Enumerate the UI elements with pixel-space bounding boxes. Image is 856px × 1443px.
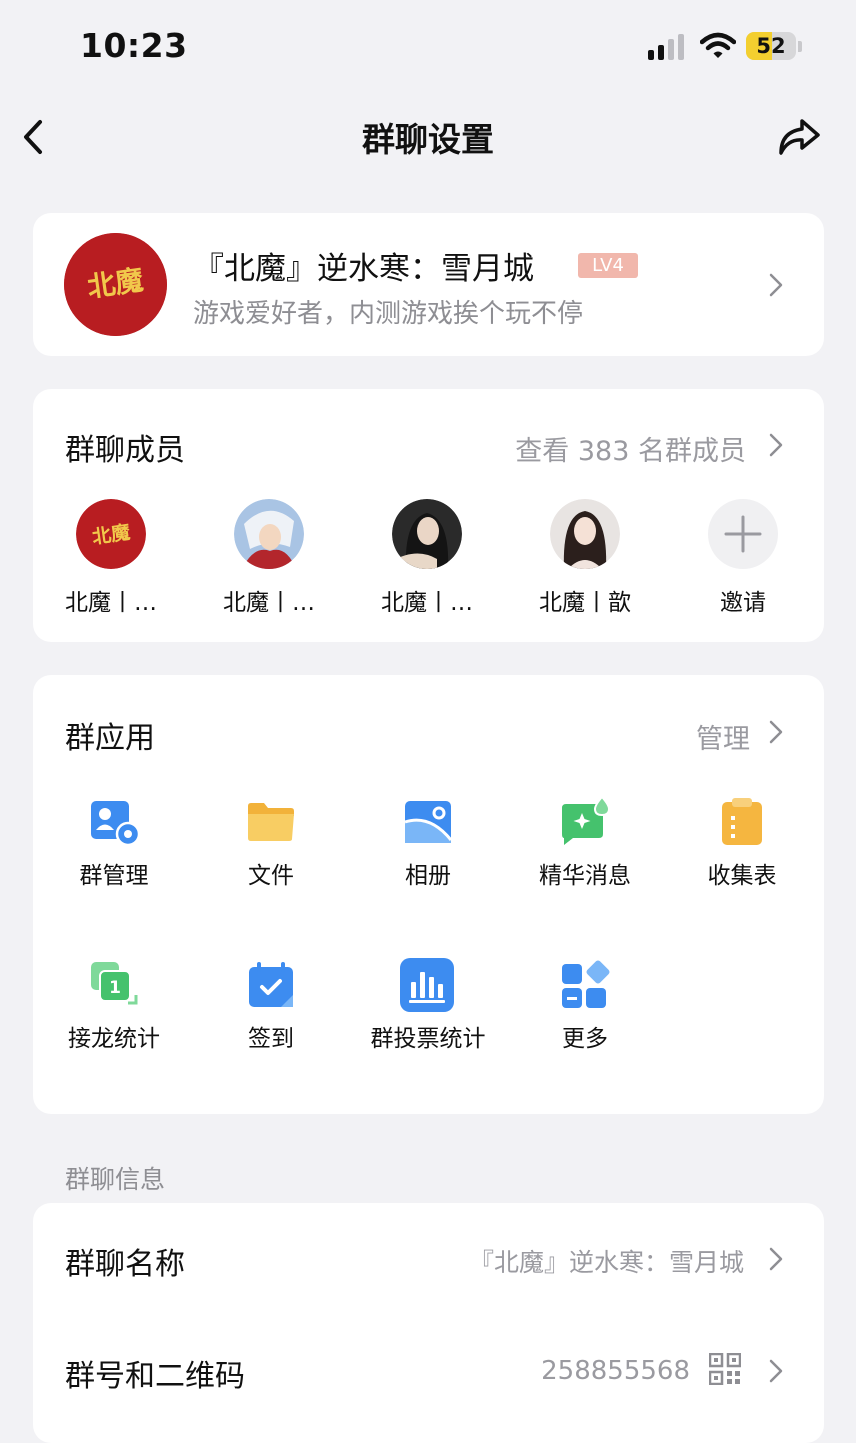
collection-form-icon xyxy=(722,798,762,845)
member-avatar: 北魔 xyxy=(76,499,146,569)
app-label: 更多 xyxy=(562,1026,608,1052)
member-item[interactable]: 北魔丨… xyxy=(199,499,339,629)
members-card: 群聊成员 查看 383 名群成员 北魔 北魔丨… 北魔丨… 北魔丨… 北魔丨歆 … xyxy=(33,389,824,642)
battery-level: 52 xyxy=(756,34,786,58)
chevron-right-icon xyxy=(769,273,783,297)
essence-message-icon xyxy=(562,796,611,845)
app-essence-messages[interactable]: 精华消息 xyxy=(505,796,665,906)
manage-apps-link[interactable]: 管理 xyxy=(696,717,750,756)
app-group-manage[interactable]: 群管理 xyxy=(34,796,194,906)
member-item[interactable]: 北魔丨… xyxy=(357,499,497,629)
group-name-row[interactable]: 群聊名称 『北魔』逆水寒：雪月城 xyxy=(33,1203,824,1315)
svg-text:1: 1 xyxy=(109,978,121,998)
invite-label: 邀请 xyxy=(720,590,766,616)
member-name: 北魔丨… xyxy=(381,590,473,616)
app-label: 群管理 xyxy=(79,863,149,889)
chevron-right-icon xyxy=(769,1359,783,1383)
member-avatar xyxy=(234,499,304,569)
group-number-value: 258855568 xyxy=(541,1356,690,1386)
status-time: 10:23 xyxy=(80,26,188,65)
member-name: 北魔丨歆 xyxy=(539,590,631,616)
group-apps-card: 群应用 管理 群管理 文件 相册 精华消息 收集表 1 接龙统计 签到 群投票统… xyxy=(33,675,824,1114)
apps-title: 群应用 xyxy=(65,721,155,756)
check-in-icon xyxy=(249,962,293,1007)
page-title: 群聊设置 xyxy=(362,120,494,159)
app-collection-form[interactable]: 收集表 xyxy=(662,796,822,906)
member-avatar xyxy=(392,499,462,569)
vote-stats-icon xyxy=(400,958,454,1012)
app-files[interactable]: 文件 xyxy=(191,796,351,906)
group-info-section-label: 群聊信息 xyxy=(65,1165,166,1194)
status-bar: 10:23 52 xyxy=(0,0,856,95)
app-vote-stats[interactable]: 群投票统计 xyxy=(348,958,508,1069)
qr-code-icon xyxy=(709,1353,741,1385)
more-apps-icon xyxy=(562,960,610,1008)
wifi-icon xyxy=(700,32,736,58)
member-item[interactable]: 北魔 北魔丨… xyxy=(41,499,181,629)
group-profile-card[interactable]: 北魔 『北魔』逆水寒：雪月城 LV4 游戏爱好者，内测游戏挨个玩不停 xyxy=(33,213,824,356)
group-info-card: 群聊名称 『北魔』逆水寒：雪月城 群号和二维码 258855568 xyxy=(33,1203,824,1443)
app-label: 群投票统计 xyxy=(370,1026,486,1052)
app-label: 接龙统计 xyxy=(68,1026,160,1052)
album-icon xyxy=(404,801,453,843)
chevron-right-icon[interactable] xyxy=(769,433,783,457)
app-more[interactable]: 更多 xyxy=(505,959,665,1069)
signal-icon xyxy=(648,34,684,60)
bei-mo-logo: 北魔 xyxy=(64,233,167,336)
relay-stats-icon: 1 xyxy=(91,962,138,1005)
group-avatar: 北魔 xyxy=(64,233,167,336)
group-name-label: 群聊名称 xyxy=(65,1247,185,1282)
nav-bar: 群聊设置 xyxy=(0,95,856,180)
app-label: 文件 xyxy=(248,863,294,889)
members-title: 群聊成员 xyxy=(65,433,185,468)
app-label: 相册 xyxy=(405,863,451,889)
group-manage-icon xyxy=(91,801,140,847)
member-avatar xyxy=(550,499,620,569)
member-name: 北魔丨… xyxy=(65,590,157,616)
view-all-members-link[interactable]: 查看 383 名群成员 xyxy=(515,429,746,468)
app-check-in[interactable]: 签到 xyxy=(191,959,351,1069)
folder-icon xyxy=(248,803,294,841)
app-label: 精华消息 xyxy=(539,863,631,889)
app-relay-stats[interactable]: 1 接龙统计 xyxy=(34,959,194,1069)
app-label: 签到 xyxy=(248,1026,294,1052)
share-icon[interactable] xyxy=(776,117,822,157)
member-item[interactable]: 北魔丨歆 xyxy=(515,499,655,629)
group-name-value: 『北魔』逆水寒：雪月城 xyxy=(468,1248,744,1277)
app-label: 收集表 xyxy=(707,863,777,889)
group-number-row[interactable]: 群号和二维码 258855568 xyxy=(33,1315,824,1427)
group-level-badge: LV4 xyxy=(578,253,638,278)
group-name: 『北魔』逆水寒：雪月城 xyxy=(193,251,534,287)
battery-indicator: 52 xyxy=(746,32,802,62)
add-icon xyxy=(708,499,778,569)
app-album[interactable]: 相册 xyxy=(348,796,508,906)
chevron-right-icon[interactable] xyxy=(769,720,783,744)
member-name: 北魔丨… xyxy=(223,590,315,616)
group-description: 游戏爱好者，内测游戏挨个玩不停 xyxy=(193,299,584,329)
group-number-label: 群号和二维码 xyxy=(65,1359,245,1394)
chevron-right-icon xyxy=(769,1247,783,1271)
invite-member-button[interactable]: 邀请 xyxy=(673,499,813,629)
